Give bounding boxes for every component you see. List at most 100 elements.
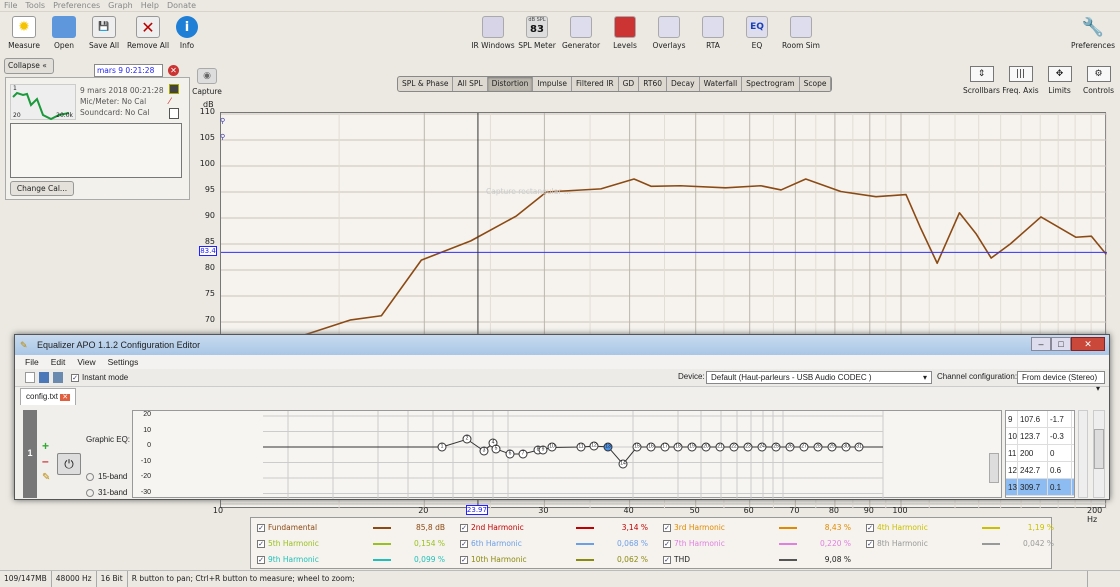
eq-band-node[interactable]: 6	[505, 449, 515, 459]
eq-band-node[interactable]: 24	[757, 442, 767, 452]
band-frequency[interactable]: 309.7	[1018, 479, 1048, 495]
menu-tools[interactable]: Tools	[25, 0, 45, 11]
new-file-icon[interactable]	[25, 372, 35, 383]
legend-item-6th-harmonic[interactable]: ✓ 6th Harmonic 0,068 %	[460, 537, 660, 550]
band-table-row[interactable]: 13 309.7 0.1	[1006, 479, 1074, 496]
instant-mode-checkbox[interactable]: ✓	[71, 373, 79, 382]
add-filter-icon[interactable]: +	[42, 439, 49, 453]
tab-decay[interactable]: Decay	[667, 77, 700, 91]
collapse-button[interactable]: Collapse «	[4, 58, 54, 74]
tab-distortion[interactable]: Distortion	[487, 77, 534, 91]
eq-band-node[interactable]: 2	[462, 434, 472, 444]
band-table-row[interactable]: 12 242.7 0.6	[1006, 462, 1074, 479]
eq-menu-view[interactable]: View	[77, 355, 95, 369]
eq-band-node[interactable]: 1	[437, 442, 447, 452]
channel-select[interactable]: From device (Stereo) ▾	[1017, 371, 1105, 393]
window-scrollbar[interactable]	[1093, 410, 1105, 498]
eq-band-node[interactable]: 25	[771, 442, 781, 452]
legend-item-8th-harmonic[interactable]: ✓ 8th Harmonic 0,042 %	[866, 537, 1066, 550]
remove-filter-icon[interactable]: –	[42, 454, 49, 468]
close-button[interactable]: ✕	[1071, 337, 1105, 351]
legend-checkbox[interactable]: ✓	[663, 539, 671, 548]
legend-item-9th-harmonic[interactable]: ✓ 9th Harmonic 0,099 %	[257, 553, 457, 566]
eq-title-bar[interactable]: ✎ Equalizer APO 1.1.2 Configuration Edit…	[15, 335, 1109, 355]
eq-band-node[interactable]: 11	[576, 442, 586, 452]
eq-band-node[interactable]: 23	[743, 442, 753, 452]
eq-band-node[interactable]: 31	[854, 442, 864, 452]
eq-band-node[interactable]: 10	[547, 442, 557, 452]
device-select[interactable]: Default (Haut-parleurs - USB Audio CODEC…	[706, 371, 932, 384]
tab-scope[interactable]: Scope	[800, 77, 832, 91]
band-gain[interactable]: -0.3	[1048, 428, 1072, 444]
measurement-thumbnail[interactable]: 1 20 20.0k	[10, 84, 76, 121]
band-index[interactable]: 9	[1006, 411, 1018, 427]
tool-overlays-button[interactable]: Overlays	[647, 16, 691, 50]
legend-item-7th-harmonic[interactable]: ✓ 7th Harmonic 0,220 %	[663, 537, 863, 550]
eq-band-node[interactable]: 12	[589, 441, 599, 451]
tab-filtered-ir[interactable]: Filtered IR	[572, 77, 619, 91]
legend-checkbox[interactable]: ✓	[257, 555, 265, 564]
tab-rt60[interactable]: RT60	[639, 77, 668, 91]
band-gain[interactable]: 0.1	[1048, 479, 1072, 495]
save-file-icon[interactable]	[39, 372, 49, 383]
eq-band-node[interactable]: 17	[660, 442, 670, 452]
legend-checkbox[interactable]: ✓	[663, 523, 671, 532]
tab-spl-phase[interactable]: SPL & Phase	[398, 77, 454, 91]
menu-help[interactable]: Help	[141, 0, 159, 11]
eq-band-node[interactable]: 3	[479, 446, 489, 456]
band-gain[interactable]: 0.6	[1048, 462, 1072, 478]
tool-spl-meter-button[interactable]: dB SPL 83 SPL Meter	[515, 16, 559, 50]
tab-waterfall[interactable]: Waterfall	[700, 77, 743, 91]
band-index[interactable]: 10	[1006, 428, 1018, 444]
tool-room-sim-button[interactable]: Room Sim	[779, 16, 823, 50]
band-table-row[interactable]: 11 200 0	[1006, 445, 1074, 462]
eq-band-node[interactable]: 29	[827, 442, 837, 452]
tab-impulse[interactable]: Impulse	[533, 77, 573, 91]
eq-menu-settings[interactable]: Settings	[108, 355, 139, 369]
legend-item-4th-harmonic[interactable]: ✓ 4th Harmonic 1,19 %	[866, 521, 1066, 534]
zoom-in-icon[interactable]: ⚲	[220, 117, 225, 125]
eq-band-node[interactable]: 21	[715, 442, 725, 452]
menu-preferences[interactable]: Preferences	[53, 0, 100, 11]
eq-band-node[interactable]: 30	[841, 442, 851, 452]
measurement-name-input[interactable]: mars 9 0:21:28	[94, 64, 163, 77]
menu-graph[interactable]: Graph	[108, 0, 133, 11]
legend-checkbox[interactable]: ✓	[257, 539, 265, 548]
band-frequency[interactable]: 200	[1018, 445, 1048, 461]
legend-item-10th-harmonic[interactable]: ✓ 10th Harmonic 0,062 %	[460, 553, 660, 566]
tool-eq-button[interactable]: EQ EQ	[735, 16, 779, 50]
band-index[interactable]: 11	[1006, 445, 1018, 461]
band-frequency[interactable]: 123.7	[1018, 428, 1048, 444]
eq-band-node[interactable]: 22	[729, 442, 739, 452]
legend-checkbox[interactable]: ✓	[460, 523, 468, 532]
menu-donate[interactable]: Donate	[167, 0, 196, 11]
freq-axis-button[interactable]: ||| Freq. Axis	[1001, 66, 1040, 95]
zoom-out-icon[interactable]: ⚲	[220, 133, 225, 141]
legend-checkbox[interactable]: ✓	[257, 523, 265, 532]
tool-rta-button[interactable]: RTA	[691, 16, 735, 50]
eq-band-node[interactable]: 16	[646, 442, 656, 452]
eq-band-node[interactable]: 27	[799, 442, 809, 452]
eq-band-node[interactable]: 5	[491, 444, 501, 454]
scrollbars-button[interactable]: ⇕ Scrollbars	[962, 66, 1001, 95]
tool-ir-windows-button[interactable]: IR Windows	[471, 16, 515, 50]
eq-band-node[interactable]: 26	[785, 442, 795, 452]
measure-button[interactable]: ✹ Measure	[2, 16, 46, 50]
pen-icon[interactable]: ⁄	[169, 97, 171, 107]
band-index[interactable]: 12	[1006, 462, 1018, 478]
menu-file[interactable]: File	[4, 0, 17, 11]
change-cal-button[interactable]: Change Cal...	[10, 181, 74, 196]
eq-band-node[interactable]: 9	[538, 445, 548, 455]
legend-item-3rd-harmonic[interactable]: ✓ 3rd Harmonic 8,43 %	[663, 521, 863, 534]
legend-checkbox[interactable]: ✓	[866, 539, 874, 548]
tool-generator-button[interactable]: Generator	[559, 16, 603, 50]
eq-band-node[interactable]: 19	[687, 442, 697, 452]
controls-button[interactable]: ⚙ Controls	[1079, 66, 1118, 95]
capture-button[interactable]: ◉ Capture	[192, 68, 222, 96]
legend-item-2nd-harmonic[interactable]: ✓ 2nd Harmonic 3,14 %	[460, 521, 660, 534]
15-band-radio[interactable]: 15-band	[86, 472, 127, 481]
info-button[interactable]: i Info	[170, 16, 204, 50]
table-scrollbar[interactable]	[1078, 410, 1088, 498]
tab-spectrogram[interactable]: Spectrogram	[742, 77, 800, 91]
eq-menu-file[interactable]: File	[25, 355, 39, 369]
